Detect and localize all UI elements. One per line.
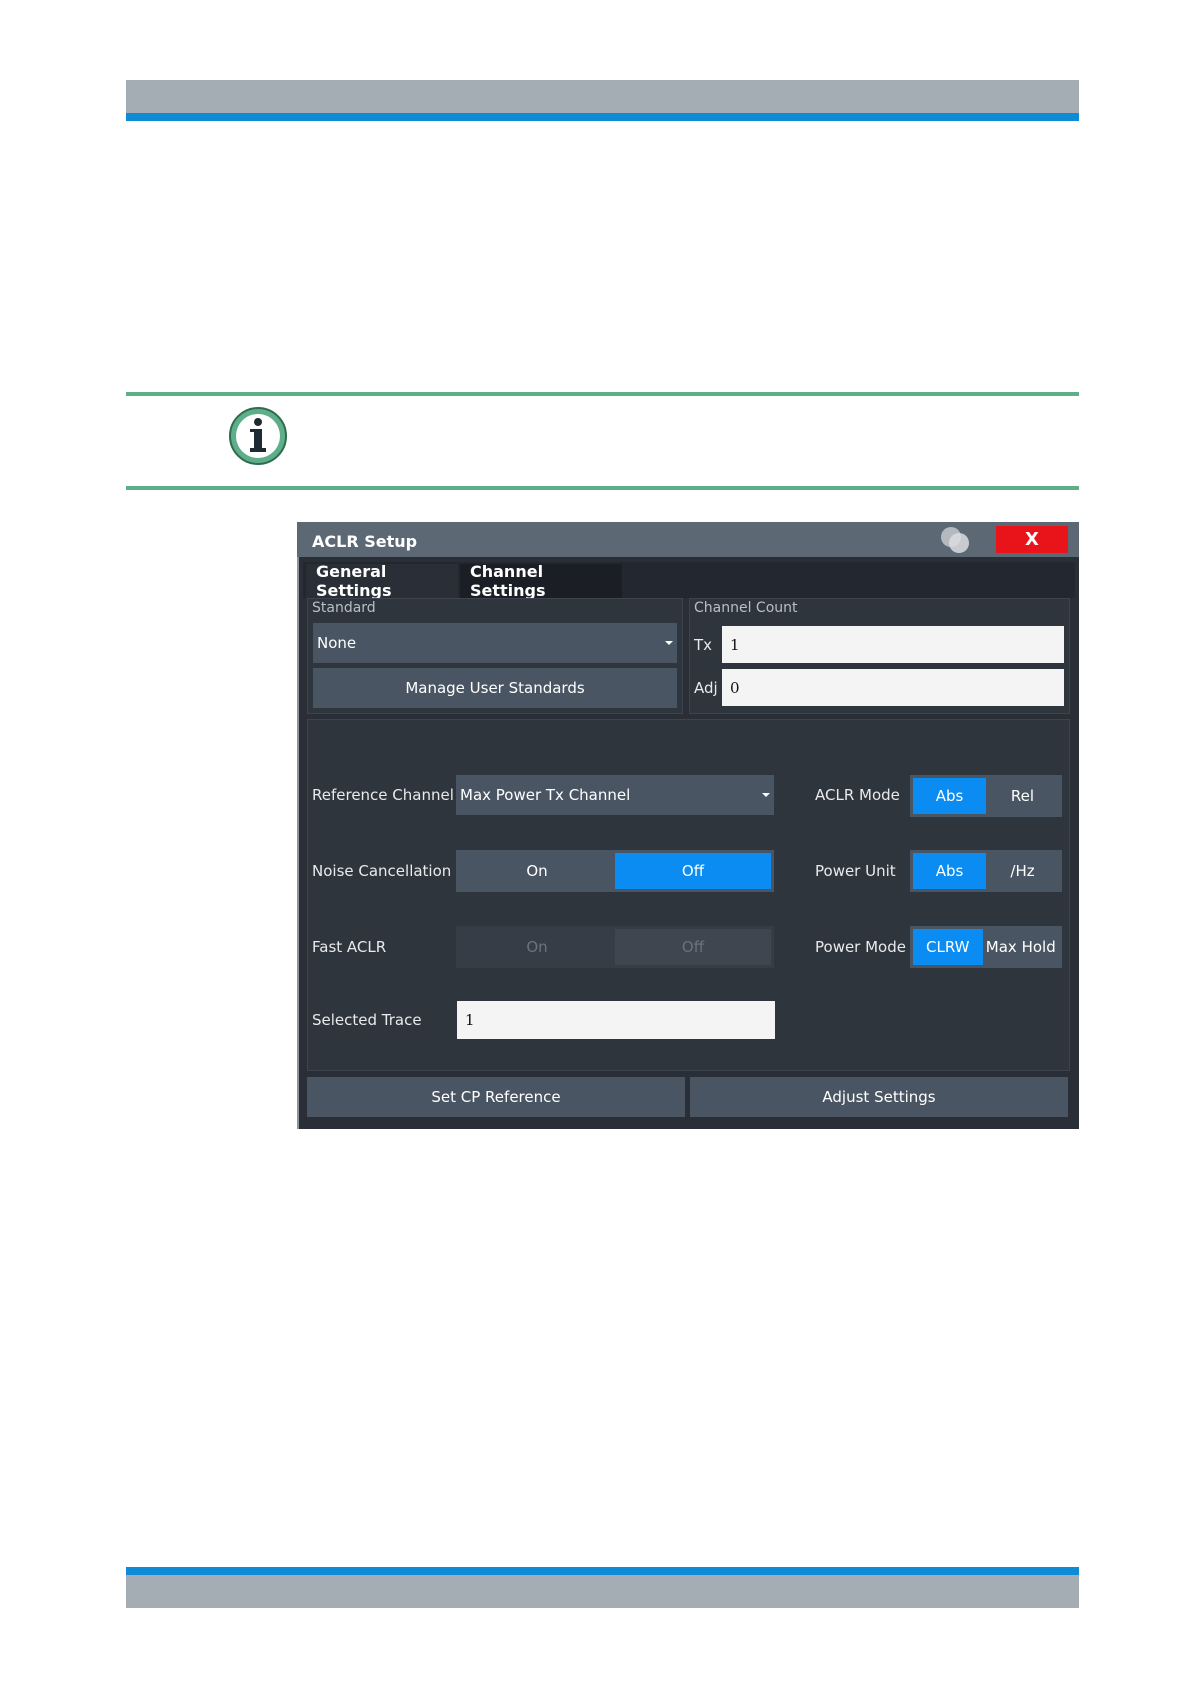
header-bar	[126, 80, 1079, 113]
aclr-mode-rel[interactable]: Rel	[986, 778, 1059, 814]
tx-label: Tx	[694, 636, 713, 654]
chevron-down-icon	[665, 641, 673, 645]
footer-bar	[126, 1575, 1079, 1608]
power-mode-clrw[interactable]: CLRW	[913, 929, 983, 965]
fast-aclr-toggle: On Off	[456, 926, 774, 968]
info-icon	[229, 407, 287, 465]
fast-aclr-on: On	[526, 938, 548, 956]
noise-cancellation-toggle[interactable]: On Off	[456, 850, 774, 892]
noise-cancellation-off[interactable]: Off	[615, 853, 771, 889]
note-top-divider	[126, 392, 1079, 396]
aclr-mode-label: ACLR Mode	[815, 786, 900, 804]
adj-count-field[interactable]: 0	[722, 669, 1064, 706]
power-mode-max-hold[interactable]: Max Hold	[983, 929, 1059, 965]
reference-channel-label: Reference Channel	[312, 786, 454, 804]
aclr-mode-toggle[interactable]: Abs Rel	[910, 775, 1062, 817]
chevron-down-icon	[762, 793, 770, 797]
tab-general-settings[interactable]: General Settings	[306, 562, 458, 600]
selected-trace-label: Selected Trace	[312, 1011, 422, 1029]
dialog-title: ACLR Setup	[312, 532, 418, 551]
adj-label: Adj	[694, 679, 718, 697]
standard-value: None	[317, 634, 357, 652]
channel-count-label: Channel Count	[694, 600, 798, 616]
reference-channel-value: Max Power Tx Channel	[460, 786, 631, 804]
tx-count-field[interactable]: 1	[722, 626, 1064, 663]
power-unit-abs[interactable]: Abs	[913, 853, 986, 889]
power-unit-per-hz[interactable]: /Hz	[986, 853, 1059, 889]
close-button[interactable]: X	[996, 526, 1068, 553]
aclr-mode-abs[interactable]: Abs	[913, 778, 986, 814]
tab-channel-settings[interactable]: Channel Settings	[460, 562, 622, 600]
manage-user-standards-button[interactable]: Manage User Standards	[313, 668, 677, 708]
note-bottom-divider	[126, 486, 1079, 490]
standard-dropdown[interactable]: None	[313, 623, 677, 663]
bubbles-icon[interactable]	[935, 524, 975, 556]
noise-cancellation-label: Noise Cancellation	[312, 862, 452, 880]
footer-accent-line	[126, 1567, 1079, 1575]
adjust-settings-button[interactable]: Adjust Settings	[690, 1077, 1068, 1117]
fast-aclr-label: Fast ACLR	[312, 938, 387, 956]
power-unit-label: Power Unit	[815, 862, 896, 880]
power-unit-toggle[interactable]: Abs /Hz	[910, 850, 1062, 892]
fast-aclr-off: Off	[615, 929, 771, 965]
header-accent-line	[126, 113, 1079, 121]
set-cp-reference-button[interactable]: Set CP Reference	[307, 1077, 685, 1117]
power-mode-toggle[interactable]: CLRW Max Hold	[910, 926, 1062, 968]
power-mode-label: Power Mode	[815, 938, 906, 956]
noise-cancellation-on[interactable]: On	[459, 853, 615, 889]
reference-channel-dropdown[interactable]: Max Power Tx Channel	[456, 775, 774, 815]
standard-label: Standard	[312, 600, 376, 616]
selected-trace-field[interactable]: 1	[457, 1001, 775, 1039]
